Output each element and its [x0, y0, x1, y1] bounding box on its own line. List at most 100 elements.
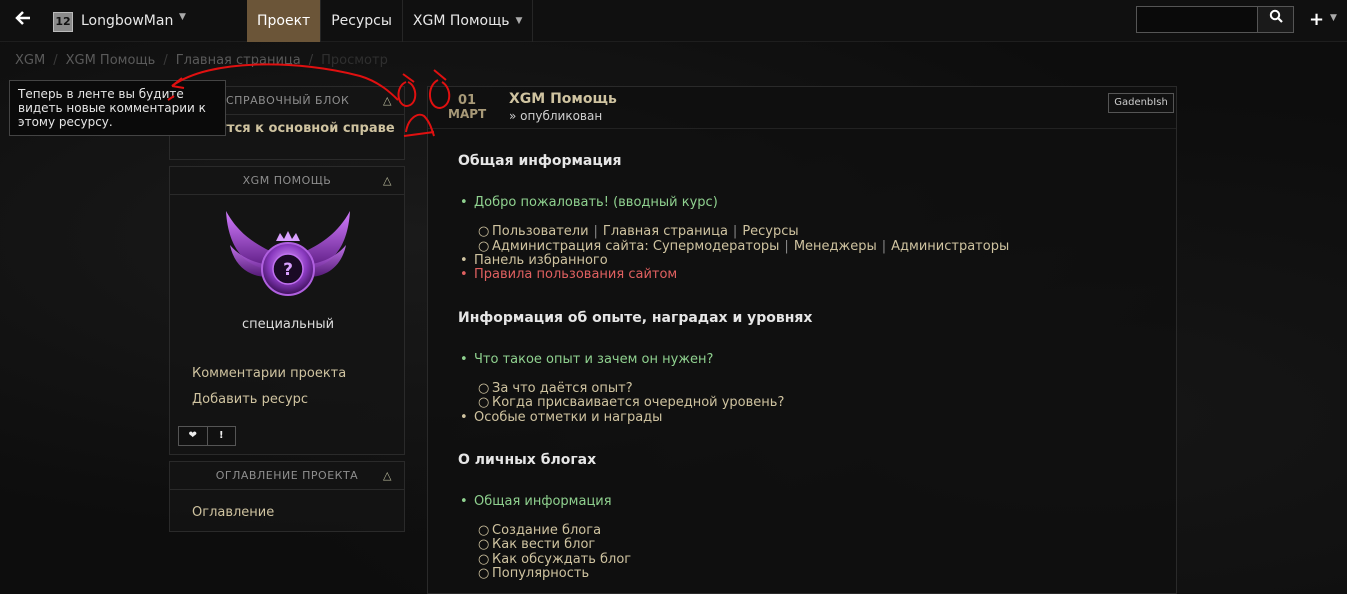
post-date-month: МАРТ — [448, 107, 487, 121]
collapse-triangle-icon[interactable]: △ — [383, 87, 392, 115]
section-heading: О личных блогах — [458, 452, 597, 468]
action-button-group: ❤ ! — [178, 426, 236, 446]
sub-bullet: ○ — [478, 381, 490, 396]
list-item-link[interactable]: Когда присваивается очередной уровень? — [492, 395, 784, 410]
list-item-link[interactable]: Общая информация — [474, 494, 612, 509]
search-input[interactable] — [1136, 6, 1258, 33]
sub-bullet: ○ — [478, 537, 490, 552]
user-name[interactable]: LongbowMan — [81, 13, 173, 29]
breadcrumb-separator: / — [308, 53, 314, 68]
main-content: 01 МАРТ XGM Помощь » опубликован GadenbI… — [427, 86, 1177, 594]
breadcrumb-separator: / — [53, 53, 58, 68]
author-button[interactable]: GadenbIsh — [1108, 93, 1174, 113]
list-item[interactable]: • Правила пользования сайтом — [460, 267, 677, 282]
list-item[interactable]: ○ Как обсуждать блог — [478, 552, 631, 567]
list-item[interactable]: ○ Создание блога — [478, 523, 601, 538]
list-item[interactable]: • Особые отметки и награды — [460, 410, 662, 425]
list-item[interactable]: ○ Когда присваивается очередной уровень? — [478, 395, 784, 410]
bullet: • — [460, 253, 468, 268]
subscription-tooltip: Теперь в ленте вы будите видеть новые ко… — [9, 80, 226, 136]
arrow-left-icon[interactable] — [14, 9, 34, 31]
nav-item-project[interactable]: Проект — [247, 0, 322, 42]
heart-icon[interactable]: ❤ — [179, 427, 208, 445]
page-title[interactable]: XGM Помощь — [509, 91, 617, 107]
breadcrumb-main-page[interactable]: Главная страница — [176, 53, 301, 68]
list-item-link[interactable]: Панель избранного — [474, 253, 608, 268]
bullet: • — [460, 410, 468, 425]
supermoderators-link[interactable]: Супермодераторы — [653, 239, 780, 254]
chevron-down-icon: ▼ — [515, 16, 523, 26]
post-date-day: 01 — [458, 93, 477, 108]
list-item[interactable]: • Что такое опыт и зачем он нужен? — [460, 352, 713, 367]
managers-link[interactable]: Менеджеры — [794, 239, 877, 254]
bullet: • — [460, 195, 468, 210]
xgm-help-panel: XGM ПОМОЩЬ △ ? специальный Комментарии п… — [169, 166, 405, 455]
collapse-triangle-icon[interactable]: △ — [383, 167, 392, 195]
panel-header: XGM ПОМОЩЬ △ — [170, 167, 404, 195]
admin-prefix: Администрация сайта: — [492, 239, 653, 254]
sub-bullet: ○ — [478, 224, 490, 239]
list-item-link[interactable]: За что даётся опыт? — [492, 381, 633, 396]
plus-icon[interactable]: + — [1309, 9, 1324, 30]
search-icon — [1269, 9, 1283, 23]
list-item-link[interactable]: Создание блога — [492, 523, 601, 538]
nav-label: Ресурсы — [331, 13, 392, 29]
project-comments-link[interactable]: Комментарии проекта — [192, 366, 346, 381]
breadcrumb-current: Просмотр — [321, 53, 388, 68]
list-item-link[interactable]: Особые отметки и награды — [474, 410, 662, 425]
post-status: » опубликован — [509, 109, 603, 123]
list-item-link[interactable]: Что такое опыт и зачем он нужен? — [474, 352, 713, 367]
chevron-down-icon[interactable]: ▼ — [1330, 13, 1337, 23]
section-heading: Информация об опыте, наградах и уровнях — [458, 310, 813, 326]
toc-link[interactable]: Оглавление — [192, 505, 274, 520]
panel-title: ОГЛАВЛЕНИЕ ПРОЕКТА — [215, 469, 359, 482]
nav-item-xgm-help[interactable]: XGM Помощь ▼ — [403, 0, 534, 42]
separator: | — [593, 224, 598, 239]
svg-text:?: ? — [283, 260, 293, 280]
project-logo: ? — [224, 207, 352, 307]
nav-item-resources[interactable]: Ресурсы — [321, 0, 403, 42]
list-item-link[interactable]: Как обсуждать блог — [492, 552, 631, 567]
list-item[interactable]: • Добро пожаловать! (вводный курс) — [460, 195, 718, 210]
bullet: • — [460, 267, 468, 282]
breadcrumb-xgm-help[interactable]: XGM Помощь — [66, 53, 156, 68]
project-toc-panel: ОГЛАВЛЕНИЕ ПРОЕКТА △ Оглавление — [169, 461, 405, 532]
list-item-link[interactable]: Как вести блог — [492, 537, 595, 552]
report-button[interactable]: ! — [208, 427, 236, 445]
panel-header: ОГЛАВЛЕНИЕ ПРОЕКТА △ — [170, 462, 404, 490]
list-item-link[interactable]: Популярность — [492, 566, 589, 581]
avatar[interactable]: 12 — [53, 12, 73, 32]
list-item[interactable]: ○ Популярность — [478, 566, 589, 581]
breadcrumb-xgm[interactable]: XGM — [15, 53, 45, 68]
breadcrumb: XGM / XGM Помощь / Главная страница / Просмотр — [15, 53, 388, 68]
list-item[interactable]: • Общая информация — [460, 494, 612, 509]
sub-bullet: ○ — [478, 552, 490, 567]
collapse-triangle-icon[interactable]: △ — [383, 462, 392, 490]
nav-label: XGM Помощь — [412, 13, 510, 29]
resources-link[interactable]: Ресурсы — [742, 224, 798, 239]
sub-bullet: ○ — [478, 239, 490, 254]
users-link[interactable]: Пользователи — [492, 224, 589, 239]
search-button[interactable] — [1257, 6, 1294, 33]
list-item[interactable]: ○ Как вести блог — [478, 537, 595, 552]
breadcrumb-separator: / — [163, 53, 168, 68]
panel-title: СПРАВОЧНЫЙ БЛОК — [226, 94, 350, 107]
project-status-caption: специальный — [241, 317, 335, 332]
post-header: 01 МАРТ XGM Помощь » опубликован GadenbI… — [428, 87, 1176, 129]
list-item: ○ Пользователи | Главная страница | Ресурсы — [478, 224, 799, 239]
list-item[interactable]: • Панель избранного — [460, 253, 608, 268]
sub-bullet: ○ — [478, 395, 490, 410]
add-resource-link[interactable]: Добавить ресурс — [192, 392, 308, 407]
list-item: ○ Администрация сайта: Супермодераторы | Ме… — [478, 239, 1009, 254]
main-nav: Проект Ресурсы XGM Помощь ▼ — [247, 0, 534, 42]
list-item-link[interactable]: Добро пожаловать! (вводный курс) — [474, 195, 718, 210]
administrators-link[interactable]: Администраторы — [891, 239, 1009, 254]
list-item-link[interactable]: Правила пользования сайтом — [474, 267, 677, 282]
nav-label: Проект — [257, 13, 311, 29]
chevron-down-icon[interactable]: ▼ — [179, 12, 186, 22]
main-page-link[interactable]: Главная страница — [603, 224, 728, 239]
panel-title: XGM ПОМОЩЬ — [242, 174, 332, 187]
sub-bullet: ○ — [478, 523, 490, 538]
list-item[interactable]: ○ За что даётся опыт? — [478, 381, 633, 396]
section-heading: Общая информация — [458, 153, 622, 169]
